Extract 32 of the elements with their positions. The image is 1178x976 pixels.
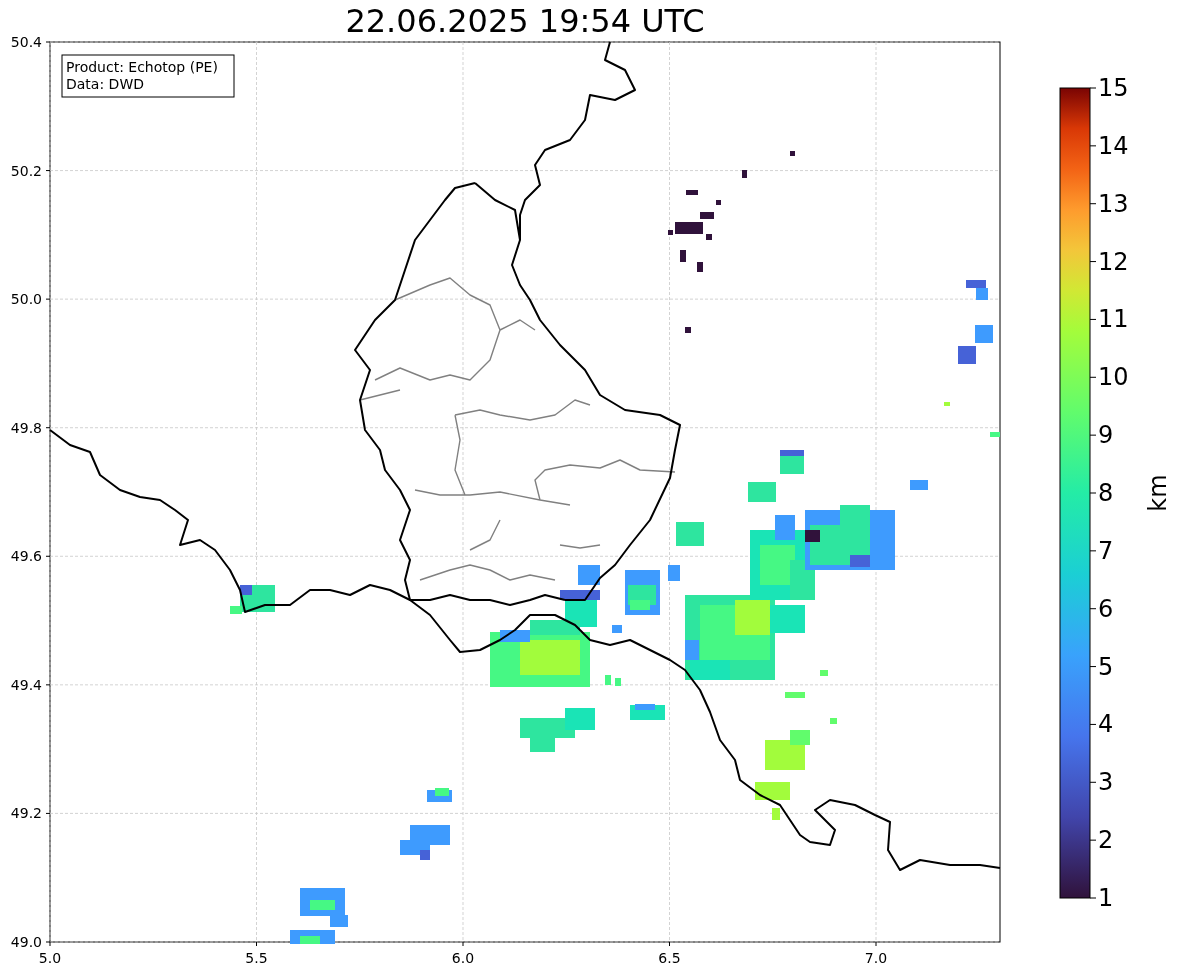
axis-tick-label: 49.0 (10, 934, 42, 950)
colorbar-tick-label: 1 (1098, 884, 1114, 912)
axis-tick-label: 49.6 (10, 548, 42, 565)
colorbar-tick-label: 9 (1098, 421, 1114, 450)
axis-tick-label: 6.0 (451, 950, 475, 966)
axis-tick-label: 6.5 (658, 950, 681, 966)
colorbar-tick-label: 14 (1098, 131, 1129, 160)
colorbar-tick-label: 5 (1098, 652, 1114, 681)
colorbar-label: km (1144, 474, 1172, 512)
axis-tick-label: 7.0 (864, 950, 888, 966)
colorbar-tick-label: 6 (1098, 594, 1114, 623)
colorbar-tick-label: 8 (1098, 479, 1114, 507)
axis-tick-label: 5.5 (245, 950, 268, 966)
axis-tick-label: 5.0 (38, 950, 62, 966)
colorbar-tick-label: 7 (1098, 536, 1114, 565)
axis-tick-label: 49.8 (10, 419, 42, 436)
axis-tick-label: 49.4 (10, 676, 42, 693)
colorbar-tick-label: 11 (1098, 305, 1129, 334)
colorbar-tick-label: 3 (1098, 768, 1114, 797)
colorbar-tick-label: 13 (1098, 189, 1129, 218)
chart-title: 22.06.2025 19:54 UTC (345, 1, 705, 41)
colorbar-tick-label: 2 (1098, 826, 1114, 855)
colorbar-tick-label: 12 (1098, 247, 1129, 276)
axis-tick-label: 50.0 (10, 291, 42, 308)
legend-text: Product: Echotop (PE) (66, 59, 218, 75)
axis-tick-label: 49.2 (10, 805, 42, 822)
colorbar-tick-label: 10 (1098, 363, 1129, 392)
axis-tick-label: 50.4 (10, 34, 42, 50)
colorbar-tick-label: 15 (1098, 74, 1129, 102)
legend-text: Data: DWD (66, 76, 144, 92)
colorbar-tick-label: 4 (1098, 710, 1114, 739)
axis-tick-label: 50.2 (10, 162, 42, 179)
